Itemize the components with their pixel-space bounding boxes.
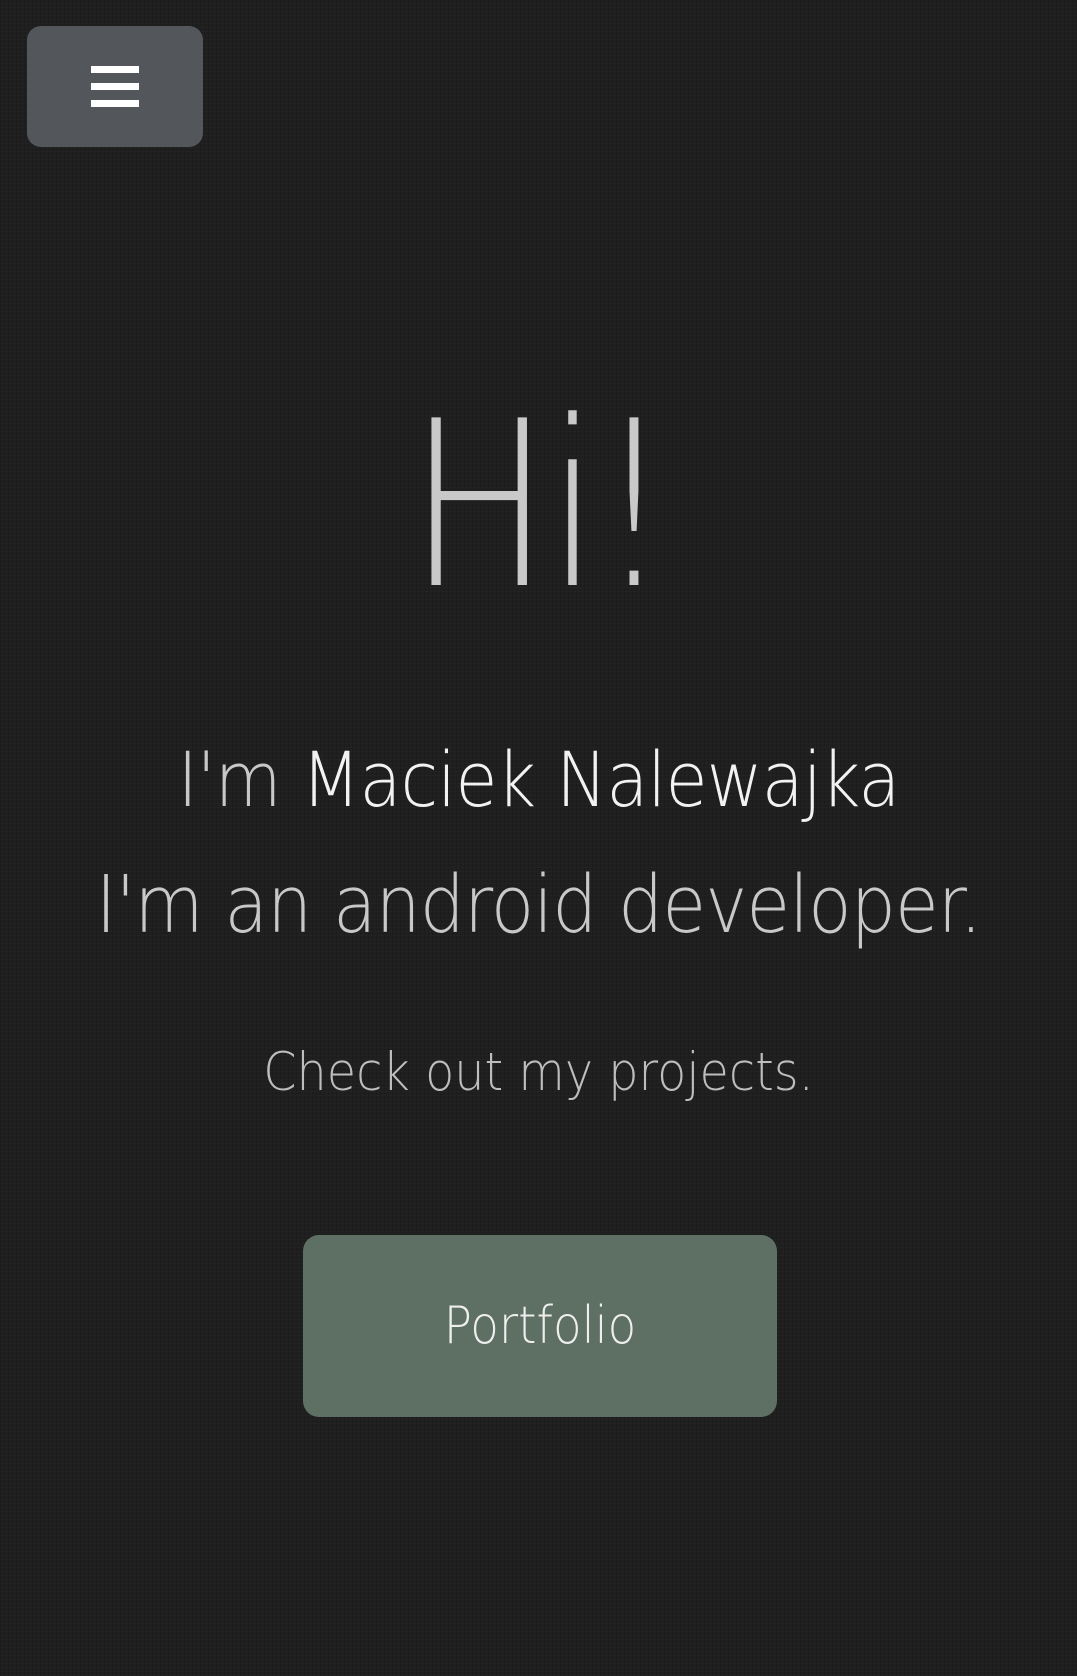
greeting-heading: Hi! (408, 373, 672, 640)
role-line: I'm an android developer. (95, 859, 983, 951)
intro-line: I'm Maciek Nalewajka (54, 742, 1023, 818)
intro-prefix: I'm (177, 735, 302, 824)
portfolio-button[interactable]: Portfolio (303, 1235, 777, 1417)
portfolio-button-label: Portfolio (443, 1296, 637, 1356)
developer-name: Maciek Nalewajka (301, 735, 900, 824)
hero-section: Hi! I'm Maciek Nalewajka I'm an android … (0, 0, 1077, 1676)
cta-text: Check out my projects. (263, 1042, 814, 1103)
